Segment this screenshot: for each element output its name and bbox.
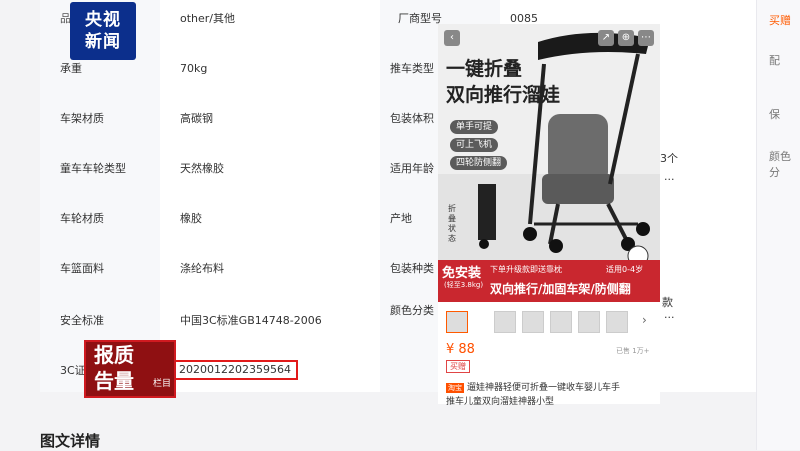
promo-line-1: 一键折叠 [446, 58, 523, 80]
spec-key: 推车类型 [390, 62, 434, 75]
fold-label: 折叠状态 [448, 204, 456, 243]
spec-value: 天然橡胶 [180, 162, 224, 175]
feature-pill: 四轮防侧翻 [450, 156, 508, 170]
spec-key: 安全标准 [60, 314, 104, 327]
thumbnail[interactable] [522, 311, 544, 333]
feature-pill: 可上飞机 [450, 138, 499, 152]
product-title-line-1: 淘宝 遛娃神器轻便可折叠一键收车婴儿车手 [446, 383, 621, 393]
rail-item-warranty[interactable]: 保 [769, 106, 780, 122]
product-card[interactable]: 一键折叠 双向推行溜娃 单手可提 可上飞机 四轮防侧翻 折叠状态 ‹ ↗ ⊕ ⋯… [438, 24, 660, 407]
spec-value: 涤纶布料 [180, 262, 224, 275]
spec-value: other/其他 [180, 12, 236, 25]
spec-key: 颜色分类 [390, 304, 434, 317]
spec-key: 车架材质 [60, 112, 104, 125]
spec-value: 70kg [180, 62, 208, 75]
more-icon[interactable]: ⋯ [638, 30, 654, 46]
rail-item-config[interactable]: 配 [769, 52, 780, 68]
thumbnail[interactable] [606, 311, 628, 333]
right-rail: 买赠 配 保 颜色分 [756, 0, 800, 450]
promo-tag: 买赠 [446, 360, 470, 373]
spec-key: 车篮面料 [60, 262, 104, 275]
thumbnail[interactable] [446, 311, 468, 333]
thumbnail[interactable] [578, 311, 600, 333]
share-icon[interactable]: ↗ [598, 30, 614, 46]
thumbnail[interactable] [494, 311, 516, 333]
overflow-dots: ... [664, 308, 675, 321]
thumbnail[interactable] [550, 311, 572, 333]
rail-item-color[interactable]: 颜色分 [769, 148, 800, 180]
sold-count: 已售 1万+ [616, 347, 650, 355]
spec-key: 包装体积 [390, 112, 434, 125]
product-image[interactable]: 一键折叠 双向推行溜娃 单手可提 可上飞机 四轮防侧翻 折叠状态 ‹ ↗ ⊕ ⋯… [438, 24, 660, 302]
overflow-dots: ... [664, 170, 675, 183]
spec-key: 产地 [390, 212, 412, 225]
promo-line-2: 双向推行溜娃 [446, 84, 561, 106]
news-watermark-logo: 央视 新闻 [70, 2, 136, 60]
certificate-number-highlight: 2020012202359564 [174, 360, 298, 380]
spec-key: 适用年龄 [390, 162, 434, 175]
program-logo: 报质 告量 栏目 [84, 340, 176, 398]
spec-value: 高碳钢 [180, 112, 213, 125]
promo-banner: 免安装 (轻至3.8kg) 下单升级款即送靠枕 适用0-4岁 双向推行/加固车架… [438, 260, 660, 302]
cart-icon[interactable]: ⊕ [618, 30, 634, 46]
spec-key: 厂商型号 [398, 12, 442, 25]
spec-key: 车轮材质 [60, 212, 104, 225]
feature-pill: 单手可提 [450, 120, 499, 134]
back-icon[interactable]: ‹ [444, 30, 460, 46]
store-badge: 淘宝 [446, 383, 464, 393]
price: ¥ 88 [446, 342, 475, 357]
spec-value: 中国3C标准GB14748-2006 [180, 314, 322, 327]
product-title-line-2: 推车儿童双向溜娃神器小型 [446, 397, 555, 407]
product-page: 品 other/其他 承重 70kg 车架材质 高碳钢 童车车轮类型 天然橡胶 … [0, 0, 800, 450]
spec-key: 童车车轮类型 [60, 162, 126, 175]
chevron-right-icon[interactable]: › [642, 313, 647, 327]
rail-item-gift[interactable]: 买赠 [769, 12, 791, 28]
section-title: 图文详情 [40, 432, 101, 450]
spec-value: 橡胶 [180, 212, 202, 225]
spec-key: 3C证 [60, 364, 86, 377]
